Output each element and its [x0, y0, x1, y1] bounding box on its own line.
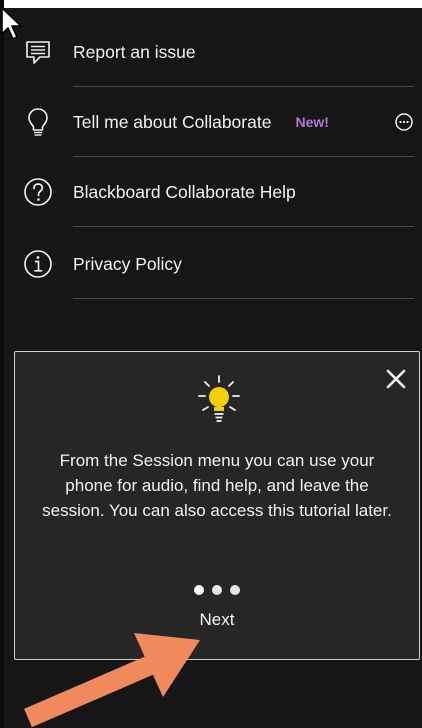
close-icon[interactable] — [385, 368, 407, 390]
step-dot[interactable] — [212, 585, 222, 595]
lightbulb-icon — [18, 102, 58, 142]
more-options-icon[interactable] — [394, 112, 414, 132]
session-menu-panel: Report an issue Tell me about Collaborat… — [0, 0, 422, 728]
help-icon — [18, 172, 58, 212]
step-dot[interactable] — [194, 585, 204, 595]
divider — [73, 226, 414, 227]
step-indicator — [15, 585, 419, 595]
step-dot[interactable] — [230, 585, 240, 595]
info-icon — [18, 244, 58, 284]
lightbulb-icon — [195, 374, 243, 428]
menu-item-label: Tell me about Collaborate — [73, 111, 272, 132]
menu-item-label: Report an issue — [73, 41, 196, 62]
tutorial-text: From the Session menu you can use your p… — [42, 451, 392, 520]
new-badge: New! — [295, 114, 329, 130]
top-edge — [0, 0, 422, 8]
divider — [73, 298, 414, 299]
menu-item-label: Blackboard Collaborate Help — [73, 181, 296, 202]
menu-item-report-issue[interactable]: Report an issue — [18, 17, 414, 87]
next-button[interactable]: Next — [15, 610, 419, 630]
menu-item-tell-me-about-collaborate[interactable]: Tell me about Collaborate New! — [18, 87, 414, 157]
menu-item-privacy-policy[interactable]: Privacy Policy — [18, 229, 414, 299]
mouse-pointer-icon — [0, 6, 30, 44]
tutorial-popover: From the Session menu you can use your p… — [14, 351, 420, 660]
left-edge — [0, 0, 4, 728]
menu-item-label: Privacy Policy — [73, 253, 182, 274]
menu-item-collaborate-help[interactable]: Blackboard Collaborate Help — [18, 157, 414, 227]
